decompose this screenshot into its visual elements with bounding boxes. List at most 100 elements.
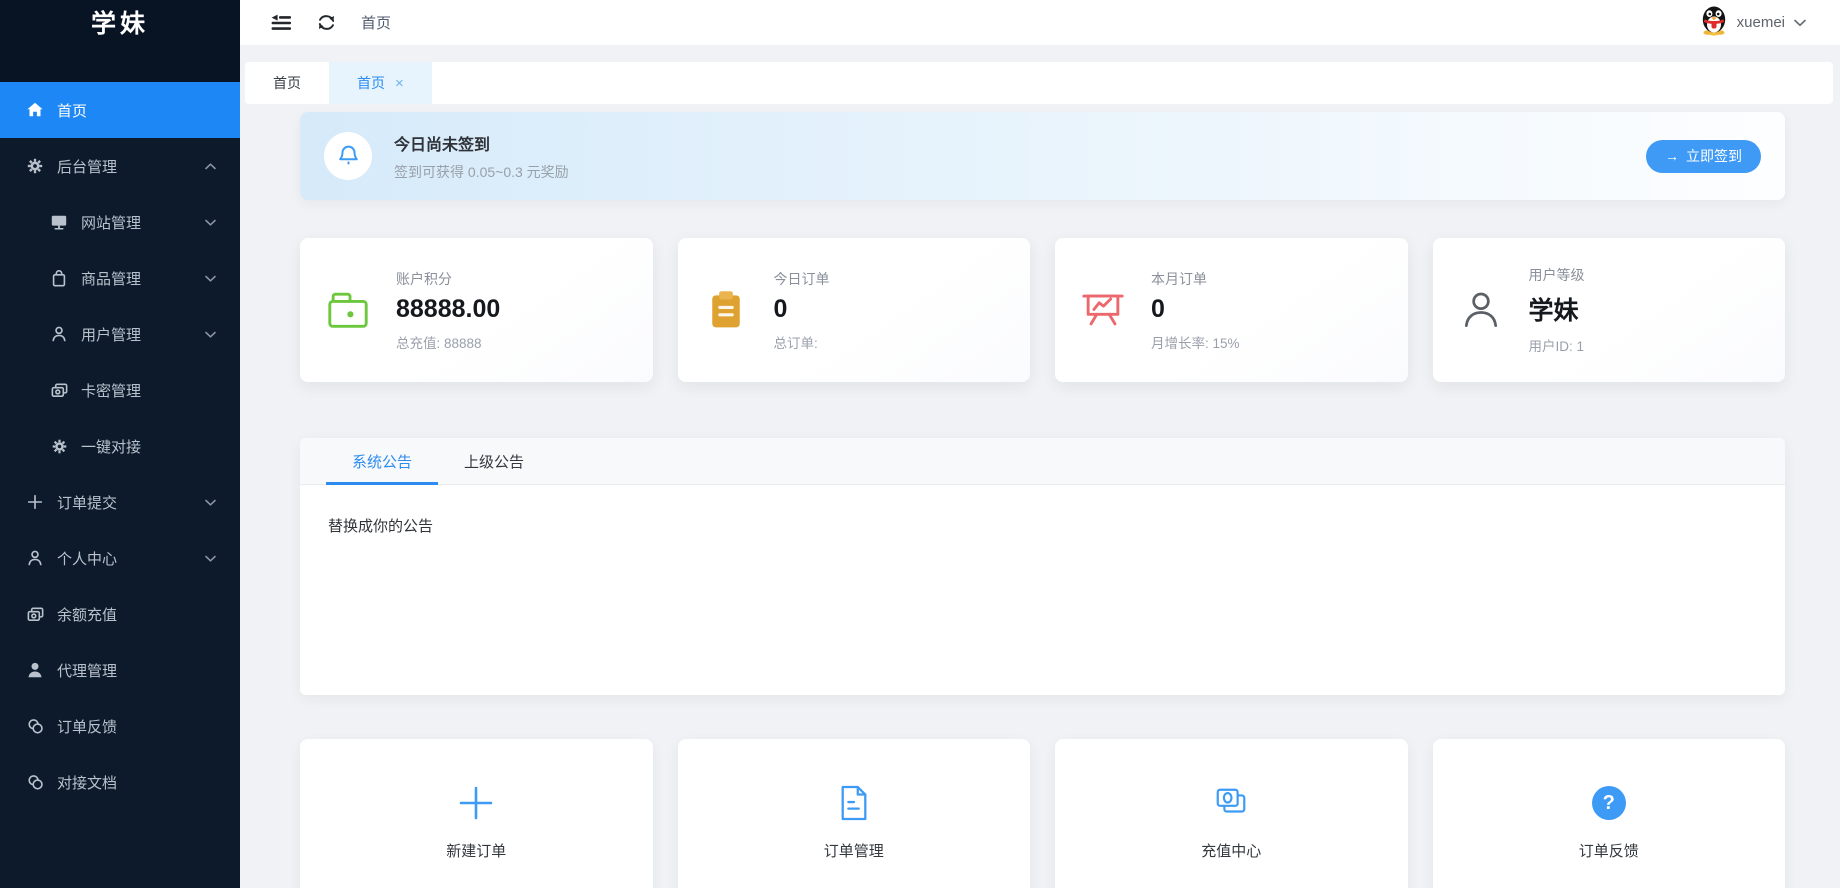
stat-text: 今日订单 0 总订单: bbox=[774, 269, 830, 352]
chevron-up-icon bbox=[205, 162, 216, 170]
action-label: 充值中心 bbox=[1201, 843, 1262, 860]
stat-title: 用户等级 bbox=[1528, 267, 1585, 283]
stat-title: 本月订单 bbox=[1151, 270, 1207, 287]
qq-penguin-avatar-icon bbox=[1700, 5, 1728, 41]
bell-badge bbox=[324, 132, 372, 180]
chevron-down-icon bbox=[205, 499, 216, 506]
sidebar-item-home[interactable]: 首页 bbox=[0, 82, 240, 138]
app-root: 学妹 首页 后台管理 网站管理 商品管理 用户管理 卡密管理 一键对接 订单提交… bbox=[0, 0, 1840, 888]
action-new-order[interactable]: 新建订单 bbox=[300, 739, 653, 888]
stat-subtitle: 总订单: bbox=[773, 335, 818, 351]
banner-title: 今日尚未签到 bbox=[394, 136, 491, 154]
sidebar-item-one-key[interactable]: 一键对接 bbox=[0, 418, 240, 474]
question-icon: ? bbox=[1591, 783, 1626, 823]
sidebar-item-profile[interactable]: 个人中心 bbox=[0, 530, 240, 586]
sidebar-item-docs[interactable]: 对接文档 bbox=[0, 754, 240, 810]
tab-label: 首页 bbox=[273, 75, 301, 91]
sidebar-item-label: 个人中心 bbox=[57, 550, 118, 568]
sidebar-item-admin[interactable]: 后台管理 bbox=[0, 138, 240, 194]
announcement-content: 替换成你的公告 bbox=[328, 518, 434, 535]
tab-system-announcement[interactable]: 系统公告 bbox=[326, 438, 439, 485]
chevron-down-icon bbox=[205, 275, 216, 282]
sidebar-item-order-submit[interactable]: 订单提交 bbox=[0, 474, 240, 530]
action-order-management[interactable]: 订单管理 bbox=[677, 739, 1030, 888]
sidebar-nav: 首页 后台管理 网站管理 商品管理 用户管理 卡密管理 一键对接 订单提交 个人… bbox=[0, 82, 240, 810]
action-label: 订单反馈 bbox=[1578, 843, 1639, 860]
stat-subtitle: 用户ID: 1 bbox=[1528, 339, 1585, 354]
wallet-icon bbox=[324, 286, 372, 334]
main-column: 首页 xuemei 首页 首页 × 今日尚未签到 签到可获得 0.05~0.3 … bbox=[240, 0, 1840, 888]
signin-button[interactable]: → 立即签到 bbox=[1646, 139, 1761, 173]
sidebar-item-agents[interactable]: 代理管理 bbox=[0, 642, 240, 698]
sidebar-item-feedback[interactable]: 订单反馈 bbox=[0, 698, 240, 754]
user-icon bbox=[49, 324, 69, 344]
content-area: 今日尚未签到 签到可获得 0.05~0.3 元奖励 → 立即签到 账户积分 88… bbox=[240, 104, 1840, 888]
action-label: 新建订单 bbox=[446, 843, 507, 860]
stat-cards-row: 账户积分 88888.00 总充值: 88888 今日订单 0 总订单: 本月订… bbox=[300, 238, 1785, 382]
sidebar-item-label: 对接文档 bbox=[57, 774, 118, 792]
stat-text: 账户积分 88888.00 总充值: 88888 bbox=[396, 269, 500, 352]
tab-home[interactable]: 首页 bbox=[245, 62, 329, 104]
quick-actions-row: 新建订单 订单管理 充值中心 ? 订单反馈 bbox=[300, 739, 1785, 888]
user-icon bbox=[25, 548, 45, 568]
stat-value: 学妹 bbox=[1528, 297, 1579, 325]
tab-strip: 首页 首页 × bbox=[245, 62, 1833, 104]
refresh-icon[interactable] bbox=[316, 12, 337, 33]
user-icon bbox=[1457, 286, 1505, 334]
close-icon[interactable]: × bbox=[395, 76, 404, 91]
banner-text: 今日尚未签到 签到可获得 0.05~0.3 元奖励 bbox=[394, 131, 569, 182]
sidebar-item-label: 首页 bbox=[57, 102, 88, 120]
sidebar-item-label: 网站管理 bbox=[81, 214, 142, 232]
sidebar-item-label: 订单反馈 bbox=[57, 718, 118, 736]
user-menu[interactable]: xuemei bbox=[1700, 5, 1806, 41]
sidebar-item-label: 订单提交 bbox=[57, 494, 118, 512]
stat-card-today-orders: 今日订单 0 总订单: bbox=[677, 238, 1030, 382]
sidebar-item-label: 代理管理 bbox=[57, 662, 118, 680]
sidebar-item-recharge[interactable]: 余额充值 bbox=[0, 586, 240, 642]
sidebar-item-label: 用户管理 bbox=[81, 326, 142, 344]
money-icon bbox=[1212, 783, 1250, 823]
sidebar-item-users[interactable]: 用户管理 bbox=[0, 306, 240, 362]
stat-value: 0 bbox=[1151, 294, 1165, 323]
tab-parent-announcement[interactable]: 上级公告 bbox=[438, 438, 550, 484]
sidebar-item-label: 余额充值 bbox=[57, 606, 118, 624]
shopping-bag-icon bbox=[49, 268, 69, 288]
chevron-down-icon bbox=[205, 555, 216, 562]
action-label: 订单管理 bbox=[823, 843, 884, 860]
loop-link-icon bbox=[25, 716, 45, 736]
chevron-down-icon bbox=[1794, 14, 1806, 32]
tab-home-active[interactable]: 首页 × bbox=[329, 62, 432, 104]
announcement-panel: 系统公告 上级公告 替换成你的公告 bbox=[300, 438, 1785, 695]
sidebar-item-cards[interactable]: 卡密管理 bbox=[0, 362, 240, 418]
signin-banner: 今日尚未签到 签到可获得 0.05~0.3 元奖励 → 立即签到 bbox=[300, 112, 1785, 200]
monitor-icon bbox=[49, 212, 69, 232]
action-recharge-center[interactable]: 充值中心 bbox=[1055, 739, 1408, 888]
clipboard-icon bbox=[702, 286, 750, 334]
loop-link-icon bbox=[25, 772, 45, 792]
plus-icon bbox=[458, 783, 494, 823]
bell-icon bbox=[336, 141, 361, 172]
banner-subtitle: 签到可获得 0.05~0.3 元奖励 bbox=[394, 163, 569, 180]
sidebar-item-label: 后台管理 bbox=[57, 158, 118, 176]
sidebar-item-label: 一键对接 bbox=[81, 438, 142, 456]
chevron-down-icon bbox=[205, 331, 216, 338]
agent-person-icon bbox=[25, 660, 45, 680]
stat-subtitle: 月增长率: 15% bbox=[1151, 335, 1240, 351]
gear-icon bbox=[49, 436, 69, 456]
card-key-icon bbox=[49, 380, 69, 400]
gear-icon bbox=[25, 156, 45, 176]
stat-card-points: 账户积分 88888.00 总充值: 88888 bbox=[300, 238, 653, 382]
action-order-feedback[interactable]: ? 订单反馈 bbox=[1432, 739, 1785, 888]
chart-board-icon bbox=[1079, 286, 1127, 334]
app-logo: 学妹 bbox=[0, 0, 240, 82]
breadcrumb[interactable]: 首页 bbox=[361, 12, 391, 33]
sidebar-item-products[interactable]: 商品管理 bbox=[0, 250, 240, 306]
chevron-down-icon bbox=[205, 219, 216, 226]
tab-label: 首页 bbox=[357, 75, 385, 91]
collapse-menu-icon[interactable] bbox=[270, 13, 292, 33]
stat-subtitle: 总充值: 88888 bbox=[396, 335, 482, 351]
question-mark: ? bbox=[1591, 786, 1626, 820]
sidebar-item-website[interactable]: 网站管理 bbox=[0, 194, 240, 250]
announcement-tabs: 系统公告 上级公告 bbox=[300, 438, 1785, 485]
arrow-right-icon: → bbox=[1665, 148, 1679, 164]
